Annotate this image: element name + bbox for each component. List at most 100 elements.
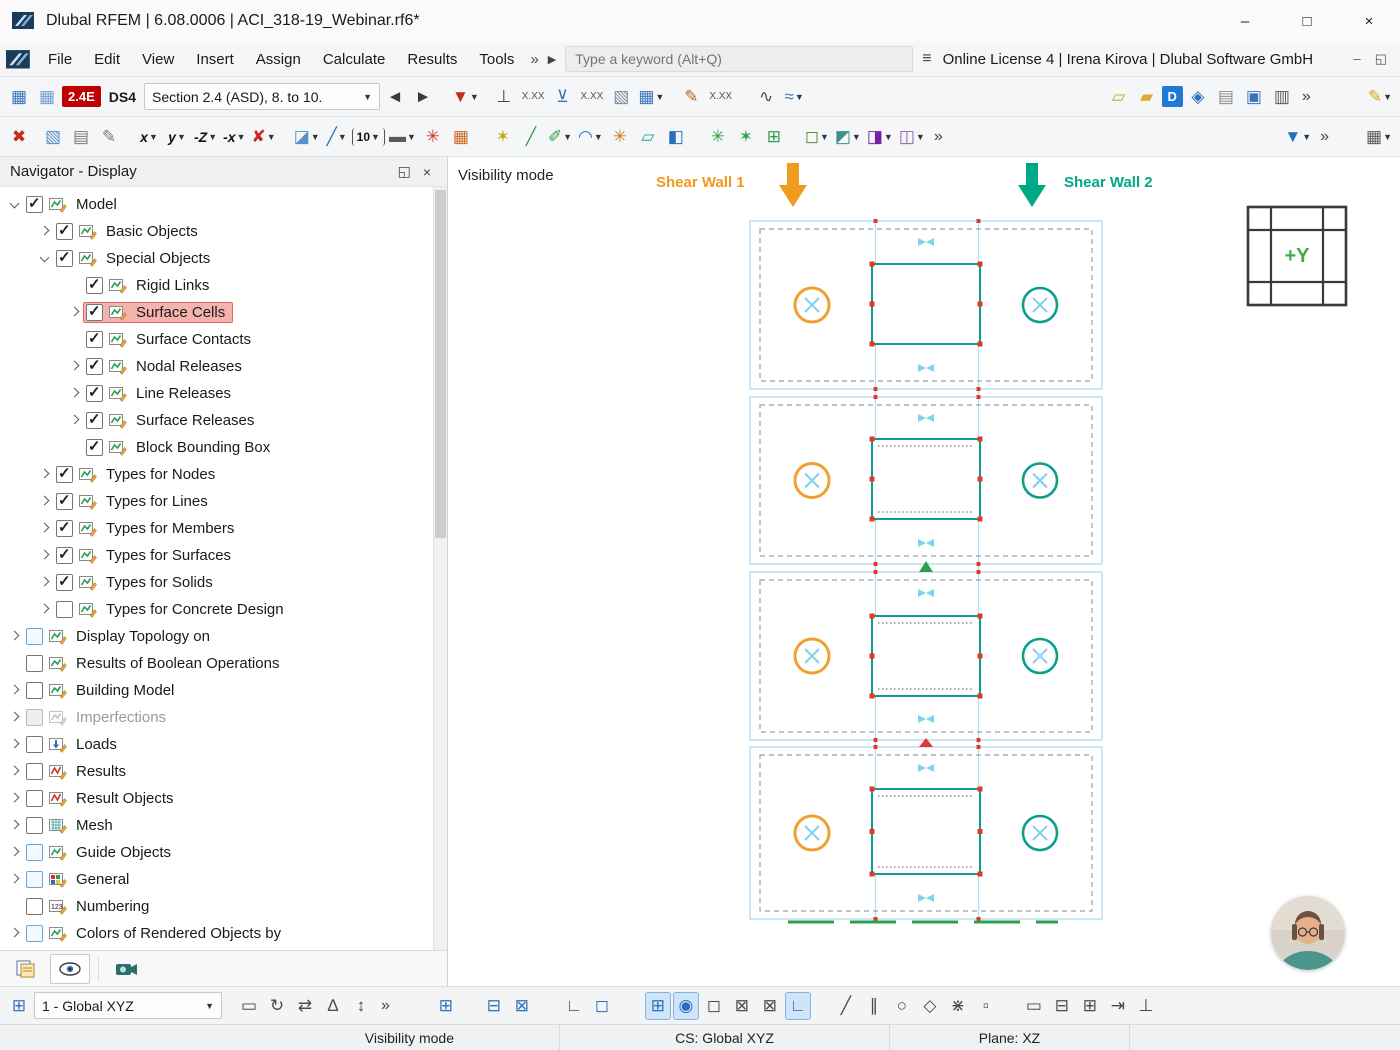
snap-circle-icon[interactable]: ○ [889,992,915,1020]
rendering-icon[interactable]: ◈ [1185,83,1211,111]
work-plane-icon[interactable]: ◪▼ [292,123,322,151]
work-line-icon[interactable]: ╱▼ [324,123,350,151]
tree-item-display-topology-on[interactable]: Display Topology on [0,623,431,650]
checkbox-guide-objects[interactable] [26,844,43,861]
select-layer-icon[interactable]: ◨▼ [865,123,895,151]
chevron-right-icon[interactable] [6,736,23,753]
chevron-right-icon[interactable] [36,547,53,564]
grid-snap-toggle[interactable]: ⊞ [645,992,671,1020]
layers-icon[interactable]: ⊞ [6,992,32,1020]
float-panel-icon[interactable]: ◱ [1368,51,1394,67]
tables-panel-icon[interactable]: ▦▼ [1364,123,1394,151]
chevron-right-icon[interactable] [66,358,83,375]
checkbox-basic-objects[interactable] [56,223,73,240]
checkbox-colors-of-rendered-objects-by[interactable] [26,925,43,942]
chevron-right-icon[interactable] [36,574,53,591]
checkbox-line-releases[interactable] [86,385,103,402]
checkbox-building-model[interactable] [26,682,43,699]
tree-item-special-objects[interactable]: Special Objects [0,245,431,272]
checkbox-surface-releases[interactable] [86,412,103,429]
menu-calculate[interactable]: Calculate [312,46,397,73]
coord-x-icon[interactable]: x▼ [136,123,162,151]
prev-icon[interactable]: ◄ [382,83,408,111]
snap-polygon-icon[interactable]: ◇ [917,992,943,1020]
nav-tab-data[interactable] [6,954,46,984]
chevron-right-icon[interactable] [6,628,23,645]
view-cube[interactable]: +Y [1245,204,1349,308]
chevron-down-icon[interactable] [6,196,23,213]
new-line-icon[interactable]: ╱ [518,123,544,151]
tree-item-block-bounding-box[interactable]: Block Bounding Box [0,434,431,461]
show-guides-icon[interactable]: ⊞ [1077,992,1103,1020]
tree-item-types-for-solids[interactable]: Types for Solids [0,569,431,596]
mesh-quality-icon[interactable]: ⊠ [509,992,535,1020]
masonry-wall-icon[interactable]: ▦ [448,123,474,151]
nav-tab-views[interactable] [107,954,147,984]
angle-snap-toggle[interactable]: ∟ [785,992,811,1020]
tree-item-result-objects[interactable]: Result Objects [0,785,431,812]
table-export-icon[interactable]: ▦ [6,83,32,111]
menu-file[interactable]: File [37,46,83,73]
right-toolbar-overflow[interactable]: » [1315,128,1334,146]
render-mode-icon[interactable]: ▧ [40,123,66,151]
tree-item-colors-of-rendered-objects-by[interactable]: Colors of Rendered Objects by [0,920,431,947]
checkbox-types-for-nodes[interactable] [56,466,73,483]
checkbox-special-objects[interactable] [56,250,73,267]
dimension-icon[interactable]: 10▼ [352,128,385,146]
chevron-right-icon[interactable] [36,466,53,483]
checkbox-surface-cells[interactable] [86,304,103,321]
menu-assign[interactable]: Assign [245,46,312,73]
tree-item-types-for-lines[interactable]: Types for Lines [0,488,431,515]
member-release-icon[interactable]: ∿ [753,83,779,111]
project-icon[interactable]: ∆ [320,992,346,1020]
select-window-icon[interactable]: ◻▼ [803,123,831,151]
fe-mesh-icon[interactable]: ✳ [420,123,446,151]
tab-views-icon[interactable]: ⇥ [1105,992,1131,1020]
model-canvas[interactable]: Visibility mode Shear Wall 1 Shear Wall … [448,157,1400,986]
tree-item-line-releases[interactable]: Line Releases [0,380,431,407]
menu-view[interactable]: View [131,46,185,73]
print-icon[interactable]: ▥ [1269,83,1295,111]
section-cut-icon[interactable]: ▬▼ [387,123,418,151]
checkbox-results-of-boolean-operations[interactable] [26,655,43,672]
tree-item-surface-contacts[interactable]: Surface Contacts [0,326,431,353]
table-import-icon[interactable]: ▦ [34,83,60,111]
mesh-settings-icon[interactable]: ⊞ [433,992,459,1020]
generate-node-icon[interactable]: ✳ [705,123,731,151]
chevron-down-icon[interactable] [36,250,53,267]
tree-item-nodal-releases[interactable]: Nodal Releases [0,353,431,380]
new-arc-icon[interactable]: ◠▼ [576,123,605,151]
coord-minus-x-icon[interactable]: -x▼ [221,123,247,151]
generate-member-icon[interactable]: ✶ [733,123,759,151]
collapse-panel-icon[interactable]: – [1346,51,1367,67]
chevron-right-icon[interactable] [36,493,53,510]
tree-item-mesh[interactable]: Mesh [0,812,431,839]
menu-results[interactable]: Results [396,46,468,73]
dlubal-cloud-icon[interactable]: D [1162,86,1183,107]
search-input[interactable] [565,46,913,72]
tree-item-building-model[interactable]: Building Model [0,677,431,704]
rotate-icon[interactable]: ↻ [264,992,290,1020]
tree-item-types-for-concrete-design[interactable]: Types for Concrete Design [0,596,431,623]
chevron-right-icon[interactable] [6,844,23,861]
snap-line-icon[interactable]: ╱ [833,992,859,1020]
loads-filter-icon[interactable]: ▼▼ [450,83,481,111]
checkbox-model[interactable] [26,196,43,213]
zoom-region-icon[interactable]: ◻ [589,992,615,1020]
new-member-icon[interactable]: ✳ [607,123,633,151]
tree-item-general[interactable]: General [0,866,431,893]
new-model-icon[interactable]: ▱ [1106,83,1132,111]
checkbox-numbering[interactable] [26,898,43,915]
checkbox-general[interactable] [26,871,43,888]
edit-sheet-icon[interactable]: ✎ [96,123,122,151]
chevron-right-icon[interactable] [66,412,83,429]
checkbox-types-for-lines[interactable] [56,493,73,510]
tree-item-results-of-boolean-operations[interactable]: Results of Boolean Operations [0,650,431,677]
tree-item-results[interactable]: Results [0,758,431,785]
snap-intersection-icon[interactable]: ⋇ [945,992,971,1020]
user-avatar[interactable] [1271,896,1345,970]
delete-object-icon[interactable]: ✖ [6,123,32,151]
search-scope-icon[interactable]: ≡ [914,50,939,68]
save-icon[interactable]: ▣ [1241,83,1267,111]
section-pencil-icon[interactable]: ✎ [678,83,704,111]
